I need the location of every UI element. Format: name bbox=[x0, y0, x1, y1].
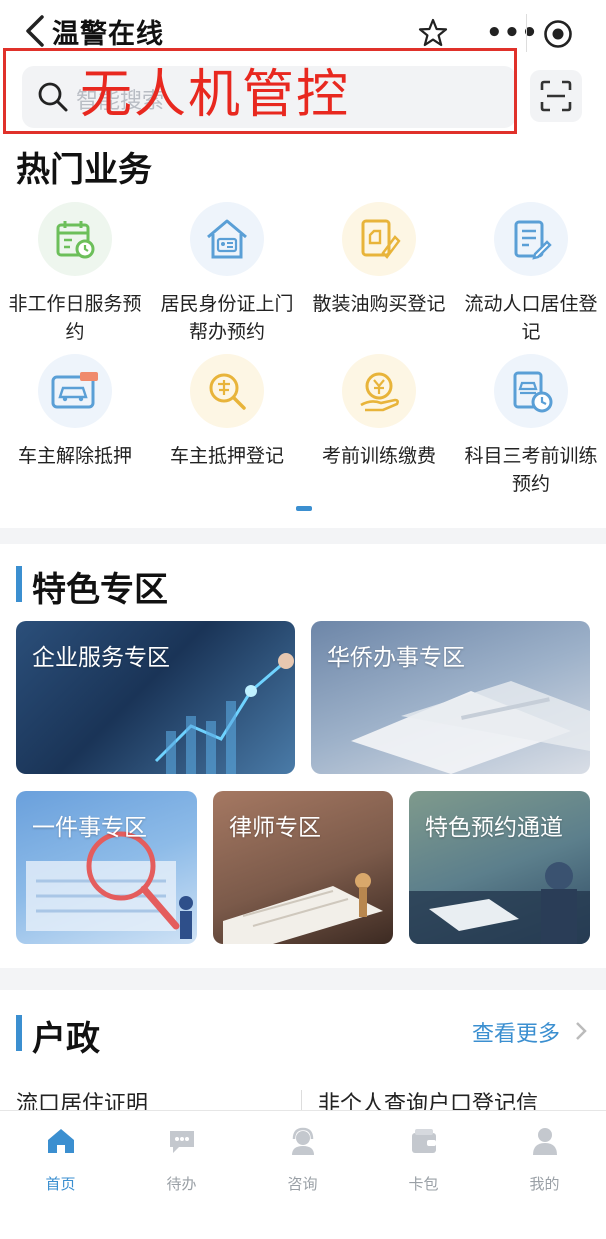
house-id-icon bbox=[207, 219, 247, 259]
feature-section-title: 特色专区 bbox=[32, 570, 168, 610]
service-item-mortgage[interactable]: 车主抵押登记 bbox=[153, 354, 301, 470]
service-label: 流动人口居住登记 bbox=[464, 293, 598, 343]
icon-circle bbox=[38, 202, 112, 276]
list-item[interactable]: 流口居住证明 bbox=[16, 1090, 148, 1112]
scan-icon bbox=[540, 80, 572, 112]
card-special-booking[interactable]: 特色预约通道 bbox=[409, 791, 590, 944]
card-label: 一件事专区 bbox=[32, 815, 147, 841]
card-label: 律师专区 bbox=[229, 815, 321, 841]
home-icon bbox=[47, 1129, 74, 1153]
service-item-oil[interactable]: 散装油购买登记 bbox=[305, 202, 453, 318]
star-icon[interactable] bbox=[418, 18, 448, 48]
calendar-clock-icon bbox=[56, 221, 95, 259]
icon-circle bbox=[190, 354, 264, 428]
nav-label: 卡包 bbox=[408, 1175, 439, 1193]
view-more-link[interactable]: 查看更多 bbox=[472, 1016, 560, 1048]
service-label: 车主抵押登记 bbox=[169, 445, 284, 467]
bottom-nav: 首页 待办 咨询 卡包 我的 bbox=[0, 1110, 606, 1239]
service-label: 科目三考前训练预约 bbox=[464, 445, 598, 495]
wallet-icon bbox=[411, 1129, 436, 1153]
section-gap bbox=[0, 968, 606, 990]
card-label: 华侨办事专区 bbox=[327, 645, 465, 671]
chevron-right-icon[interactable] bbox=[574, 1020, 588, 1042]
annotation-frame bbox=[3, 48, 517, 134]
card-one-thing[interactable]: 一件事专区 bbox=[16, 791, 197, 944]
service-label: 散装油购买登记 bbox=[312, 293, 446, 315]
service-label: 考前训练缴费 bbox=[321, 445, 436, 467]
hot-services-title: 热门业务 bbox=[16, 150, 152, 190]
card-enterprise[interactable]: 企业服务专区 bbox=[16, 621, 295, 774]
nav-label: 我的 bbox=[529, 1175, 560, 1193]
user-icon bbox=[532, 1128, 557, 1155]
nav-label: 咨询 bbox=[287, 1175, 318, 1193]
car-schedule-icon bbox=[513, 371, 553, 413]
section-gap bbox=[0, 528, 606, 544]
household-section-title: 户政 bbox=[32, 1019, 100, 1059]
icon-circle bbox=[190, 202, 264, 276]
service-item-exam-booking[interactable]: 科目三考前训练预约 bbox=[457, 354, 605, 498]
service-label: 居民身份证上门帮办预约 bbox=[160, 293, 294, 343]
divider bbox=[301, 1090, 302, 1112]
icon-circle bbox=[342, 202, 416, 276]
car-tag-icon bbox=[51, 372, 98, 409]
card-label: 企业服务专区 bbox=[32, 645, 170, 671]
chat-bubble-icon bbox=[169, 1131, 194, 1153]
service-item-release-mortgage[interactable]: 车主解除抵押 bbox=[1, 354, 149, 470]
icon-circle bbox=[38, 354, 112, 428]
back-arrow-icon[interactable] bbox=[20, 14, 50, 48]
list-item[interactable]: 非个人查询户口登记信 bbox=[318, 1090, 588, 1112]
nav-item-wallet[interactable]: 卡包 bbox=[363, 1127, 484, 1194]
page-indicator bbox=[296, 506, 312, 511]
service-label: 车主解除抵押 bbox=[17, 445, 132, 467]
scan-button[interactable] bbox=[530, 70, 582, 122]
mortgage-search-icon bbox=[209, 373, 246, 410]
service-item-training-fee[interactable]: 考前训练缴费 bbox=[305, 354, 453, 470]
nav-item-todo[interactable]: 待办 bbox=[121, 1127, 242, 1194]
card-overseas-chinese[interactable]: 华侨办事专区 bbox=[311, 621, 590, 774]
icon-circle bbox=[342, 354, 416, 428]
card-lawyer[interactable]: 律师专区 bbox=[213, 791, 393, 944]
icon-circle bbox=[494, 202, 568, 276]
section-marker bbox=[16, 1015, 22, 1051]
service-label: 非工作日服务预约 bbox=[8, 293, 142, 343]
nav-item-consult[interactable]: 咨询 bbox=[242, 1127, 363, 1194]
section-marker bbox=[16, 566, 22, 602]
service-item-nonworkday[interactable]: 非工作日服务预约 bbox=[1, 202, 149, 346]
card-label: 特色预约通道 bbox=[425, 815, 563, 841]
oil-can-icon bbox=[361, 219, 401, 259]
nav-label: 待办 bbox=[166, 1175, 197, 1193]
close-miniprogram-icon[interactable] bbox=[543, 19, 573, 49]
payment-hand-icon bbox=[360, 372, 399, 412]
icon-circle bbox=[494, 354, 568, 428]
service-item-idcard[interactable]: 居民身份证上门帮办预约 bbox=[153, 202, 301, 346]
nav-item-home[interactable]: 首页 bbox=[0, 1127, 121, 1194]
service-item-residence[interactable]: 流动人口居住登记 bbox=[457, 202, 605, 346]
nav-item-me[interactable]: 我的 bbox=[484, 1127, 605, 1194]
page-title: 温警在线 bbox=[52, 19, 164, 50]
more-menu-button[interactable]: ••• bbox=[486, 20, 539, 46]
divider bbox=[526, 14, 527, 52]
headset-icon bbox=[291, 1127, 314, 1155]
nav-label: 首页 bbox=[45, 1175, 76, 1193]
document-edit-icon bbox=[514, 220, 552, 260]
